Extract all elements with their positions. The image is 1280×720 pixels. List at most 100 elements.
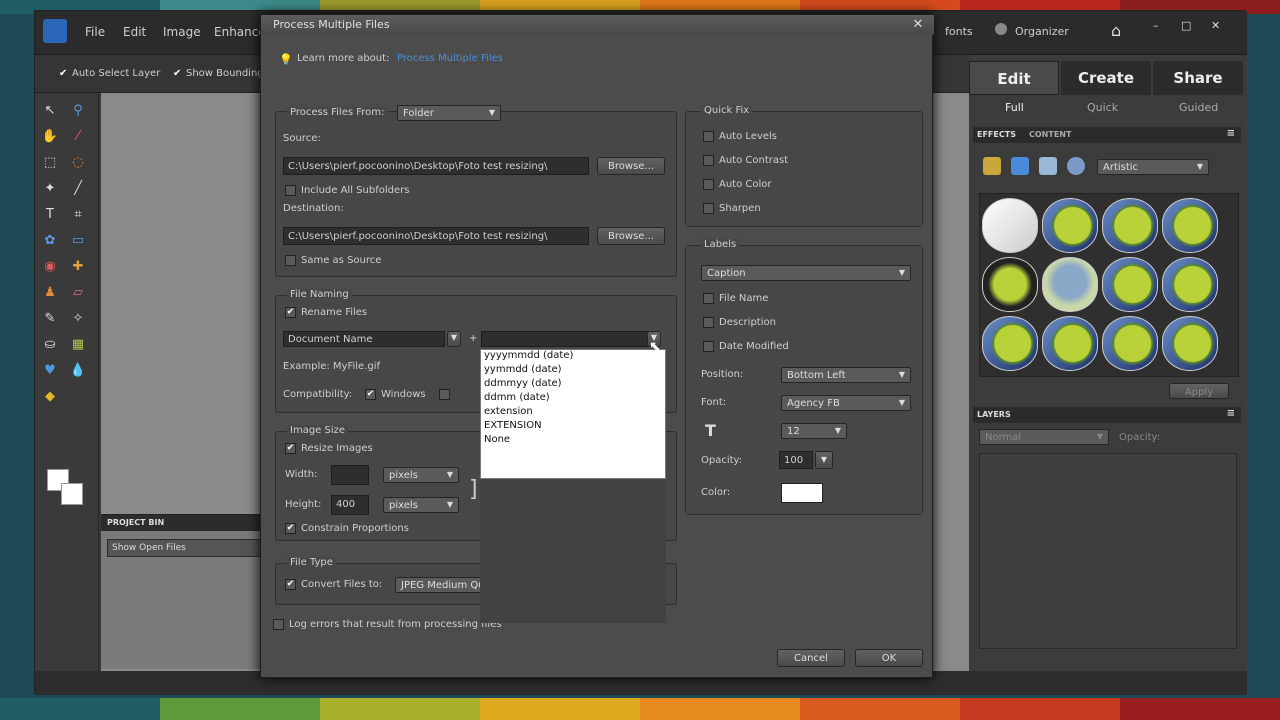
eraser-tool-icon[interactable]: ▱ — [67, 281, 89, 303]
smart-brush-tool-icon[interactable]: ✧ — [67, 307, 89, 329]
eyedropper-tool-icon[interactable]: ⁄ — [67, 125, 89, 147]
show-bounding-option[interactable]: ✔ Show Bounding — [173, 68, 264, 79]
tab-share[interactable]: Share — [1153, 61, 1243, 95]
subtab-quick[interactable]: Quick — [1087, 101, 1118, 114]
background-color-swatch[interactable] — [61, 483, 83, 505]
type-tool-icon[interactable]: T — [39, 203, 61, 225]
effect-thumbnail[interactable] — [1162, 257, 1218, 312]
height-input[interactable]: 400 — [331, 495, 369, 515]
effect-thumbnail[interactable] — [1102, 257, 1158, 312]
learn-more-link[interactable]: Process Multiple Files — [397, 53, 503, 64]
lasso-tool-icon[interactable]: ◌ — [67, 151, 89, 173]
apply-button[interactable]: Apply — [1169, 383, 1229, 399]
gradient-tool-icon[interactable]: ▦ — [67, 333, 89, 355]
width-input[interactable] — [331, 465, 369, 485]
blur-tool-icon[interactable]: 💧 — [67, 359, 89, 381]
dropdown-option[interactable]: yymmdd (date) — [481, 364, 665, 378]
destination-browse-button[interactable]: Browse... — [597, 227, 665, 245]
dropdown-option[interactable]: ddmm (date) — [481, 392, 665, 406]
height-unit-select[interactable]: pixels ▼ — [383, 497, 459, 513]
rename-part1-select[interactable]: Document Name — [283, 331, 445, 347]
rename-part2-select[interactable] — [481, 331, 649, 347]
home-icon[interactable]: ⌂ — [1111, 21, 1121, 40]
maximize-button[interactable]: □ — [1181, 19, 1191, 32]
menu-enhance[interactable]: Enhance — [214, 25, 266, 39]
auto-levels-checkbox[interactable] — [703, 131, 714, 142]
panel-menu-icon[interactable]: ≡ — [1227, 408, 1235, 419]
cancel-button[interactable]: Cancel — [777, 649, 845, 667]
effect-thumbnail[interactable] — [1042, 316, 1098, 371]
destination-path-field[interactable]: C:\Users\pierf.pocoonino\Desktop\Foto te… — [283, 227, 589, 245]
labels-type-select[interactable]: Caption ▼ — [701, 265, 911, 281]
cookie-cutter-tool-icon[interactable]: ✿ — [39, 229, 61, 251]
close-icon[interactable]: ✕ — [910, 17, 926, 33]
panel-menu-icon[interactable]: ≡ — [1227, 128, 1235, 139]
crop-tool-icon[interactable]: ⌗ — [67, 203, 89, 225]
effect-thumbnail[interactable] — [982, 316, 1038, 371]
shape-tool-icon[interactable]: ♥ — [39, 359, 61, 381]
effect-thumbnail[interactable] — [982, 198, 1038, 253]
clone-stamp-tool-icon[interactable]: ♟ — [39, 281, 61, 303]
organizer-icon[interactable] — [995, 23, 1007, 35]
dropdown-option[interactable]: extension — [481, 406, 665, 420]
healing-brush-tool-icon[interactable]: ✚ — [67, 255, 89, 277]
subtab-guided[interactable]: Guided — [1179, 101, 1218, 114]
rename-files-checkbox[interactable]: ✔ — [285, 307, 296, 318]
effects-filter-select[interactable]: Artistic ▼ — [1097, 159, 1209, 175]
dropdown-option[interactable]: yyyymmdd (date) — [481, 350, 665, 364]
menu-image[interactable]: Image — [163, 25, 201, 39]
auto-select-option[interactable]: ✔ Auto Select Layer — [59, 68, 160, 79]
marquee-tool-icon[interactable]: ⬚ — [39, 151, 61, 173]
hand-tool-icon[interactable]: ✋ — [39, 125, 61, 147]
sponge-tool-icon[interactable]: ◆ — [39, 385, 61, 407]
tab-effects[interactable]: EFFECTS — [977, 130, 1016, 139]
mac-checkbox[interactable] — [439, 389, 450, 400]
auto-contrast-checkbox[interactable] — [703, 155, 714, 166]
paint-bucket-tool-icon[interactable]: ⛀ — [39, 333, 61, 355]
tab-edit[interactable]: Edit — [969, 61, 1059, 95]
blend-mode-select[interactable]: Normal ▼ — [979, 429, 1109, 445]
include-subfolders-checkbox[interactable] — [285, 185, 296, 196]
photo-effects-icon[interactable] — [1039, 157, 1057, 175]
effect-thumbnail[interactable] — [1102, 198, 1158, 253]
zoom-tool-icon[interactable]: ⚲ — [67, 99, 89, 121]
windows-checkbox[interactable]: ✔ — [365, 389, 376, 400]
effect-thumbnail[interactable] — [1162, 198, 1218, 253]
organizer-button[interactable]: Organizer — [1015, 25, 1069, 38]
opacity-slider-icon[interactable]: ▼ — [815, 451, 833, 469]
opacity-input[interactable]: 100 — [779, 451, 813, 469]
same-as-source-checkbox[interactable] — [285, 255, 296, 266]
selection-brush-tool-icon[interactable]: ╱ — [67, 177, 89, 199]
description-checkbox[interactable] — [703, 317, 714, 328]
tab-create[interactable]: Create — [1061, 61, 1151, 95]
font-size-select[interactable]: 12 ▼ — [781, 423, 847, 439]
red-eye-tool-icon[interactable]: ◉ — [39, 255, 61, 277]
date-modified-checkbox[interactable] — [703, 341, 714, 352]
all-effects-icon[interactable] — [1067, 157, 1085, 175]
minimize-button[interactable]: – — [1153, 19, 1159, 32]
menu-edit[interactable]: Edit — [123, 25, 146, 39]
effect-thumbnail[interactable] — [1102, 316, 1158, 371]
label-color-swatch[interactable] — [781, 483, 823, 503]
effect-thumbnail[interactable] — [1162, 316, 1218, 371]
brush-tool-icon[interactable]: ✎ — [39, 307, 61, 329]
ok-button[interactable]: OK — [855, 649, 923, 667]
file-name-checkbox[interactable] — [703, 293, 714, 304]
dropdown-option[interactable]: EXTENSION — [481, 420, 665, 434]
magic-wand-tool-icon[interactable]: ✦ — [39, 177, 61, 199]
layer-styles-icon[interactable] — [983, 157, 1001, 175]
chevron-down-icon[interactable]: ▼ — [447, 331, 461, 347]
dropdown-option[interactable]: None — [481, 434, 665, 448]
process-files-from-select[interactable]: Folder ▼ — [397, 105, 501, 121]
log-errors-checkbox[interactable] — [273, 619, 284, 630]
dropdown-option[interactable]: ddmmyy (date) — [481, 378, 665, 392]
fonts-menu[interactable]: fonts — [945, 25, 973, 38]
auto-color-checkbox[interactable] — [703, 179, 714, 190]
position-select[interactable]: Bottom Left ▼ — [781, 367, 911, 383]
tab-content[interactable]: CONTENT — [1029, 130, 1071, 139]
effect-thumbnail[interactable] — [1042, 257, 1098, 312]
sharpen-checkbox[interactable] — [703, 203, 714, 214]
menu-file[interactable]: File — [85, 25, 105, 39]
effect-thumbnail[interactable] — [1042, 198, 1098, 253]
resize-images-checkbox[interactable]: ✔ — [285, 443, 296, 454]
